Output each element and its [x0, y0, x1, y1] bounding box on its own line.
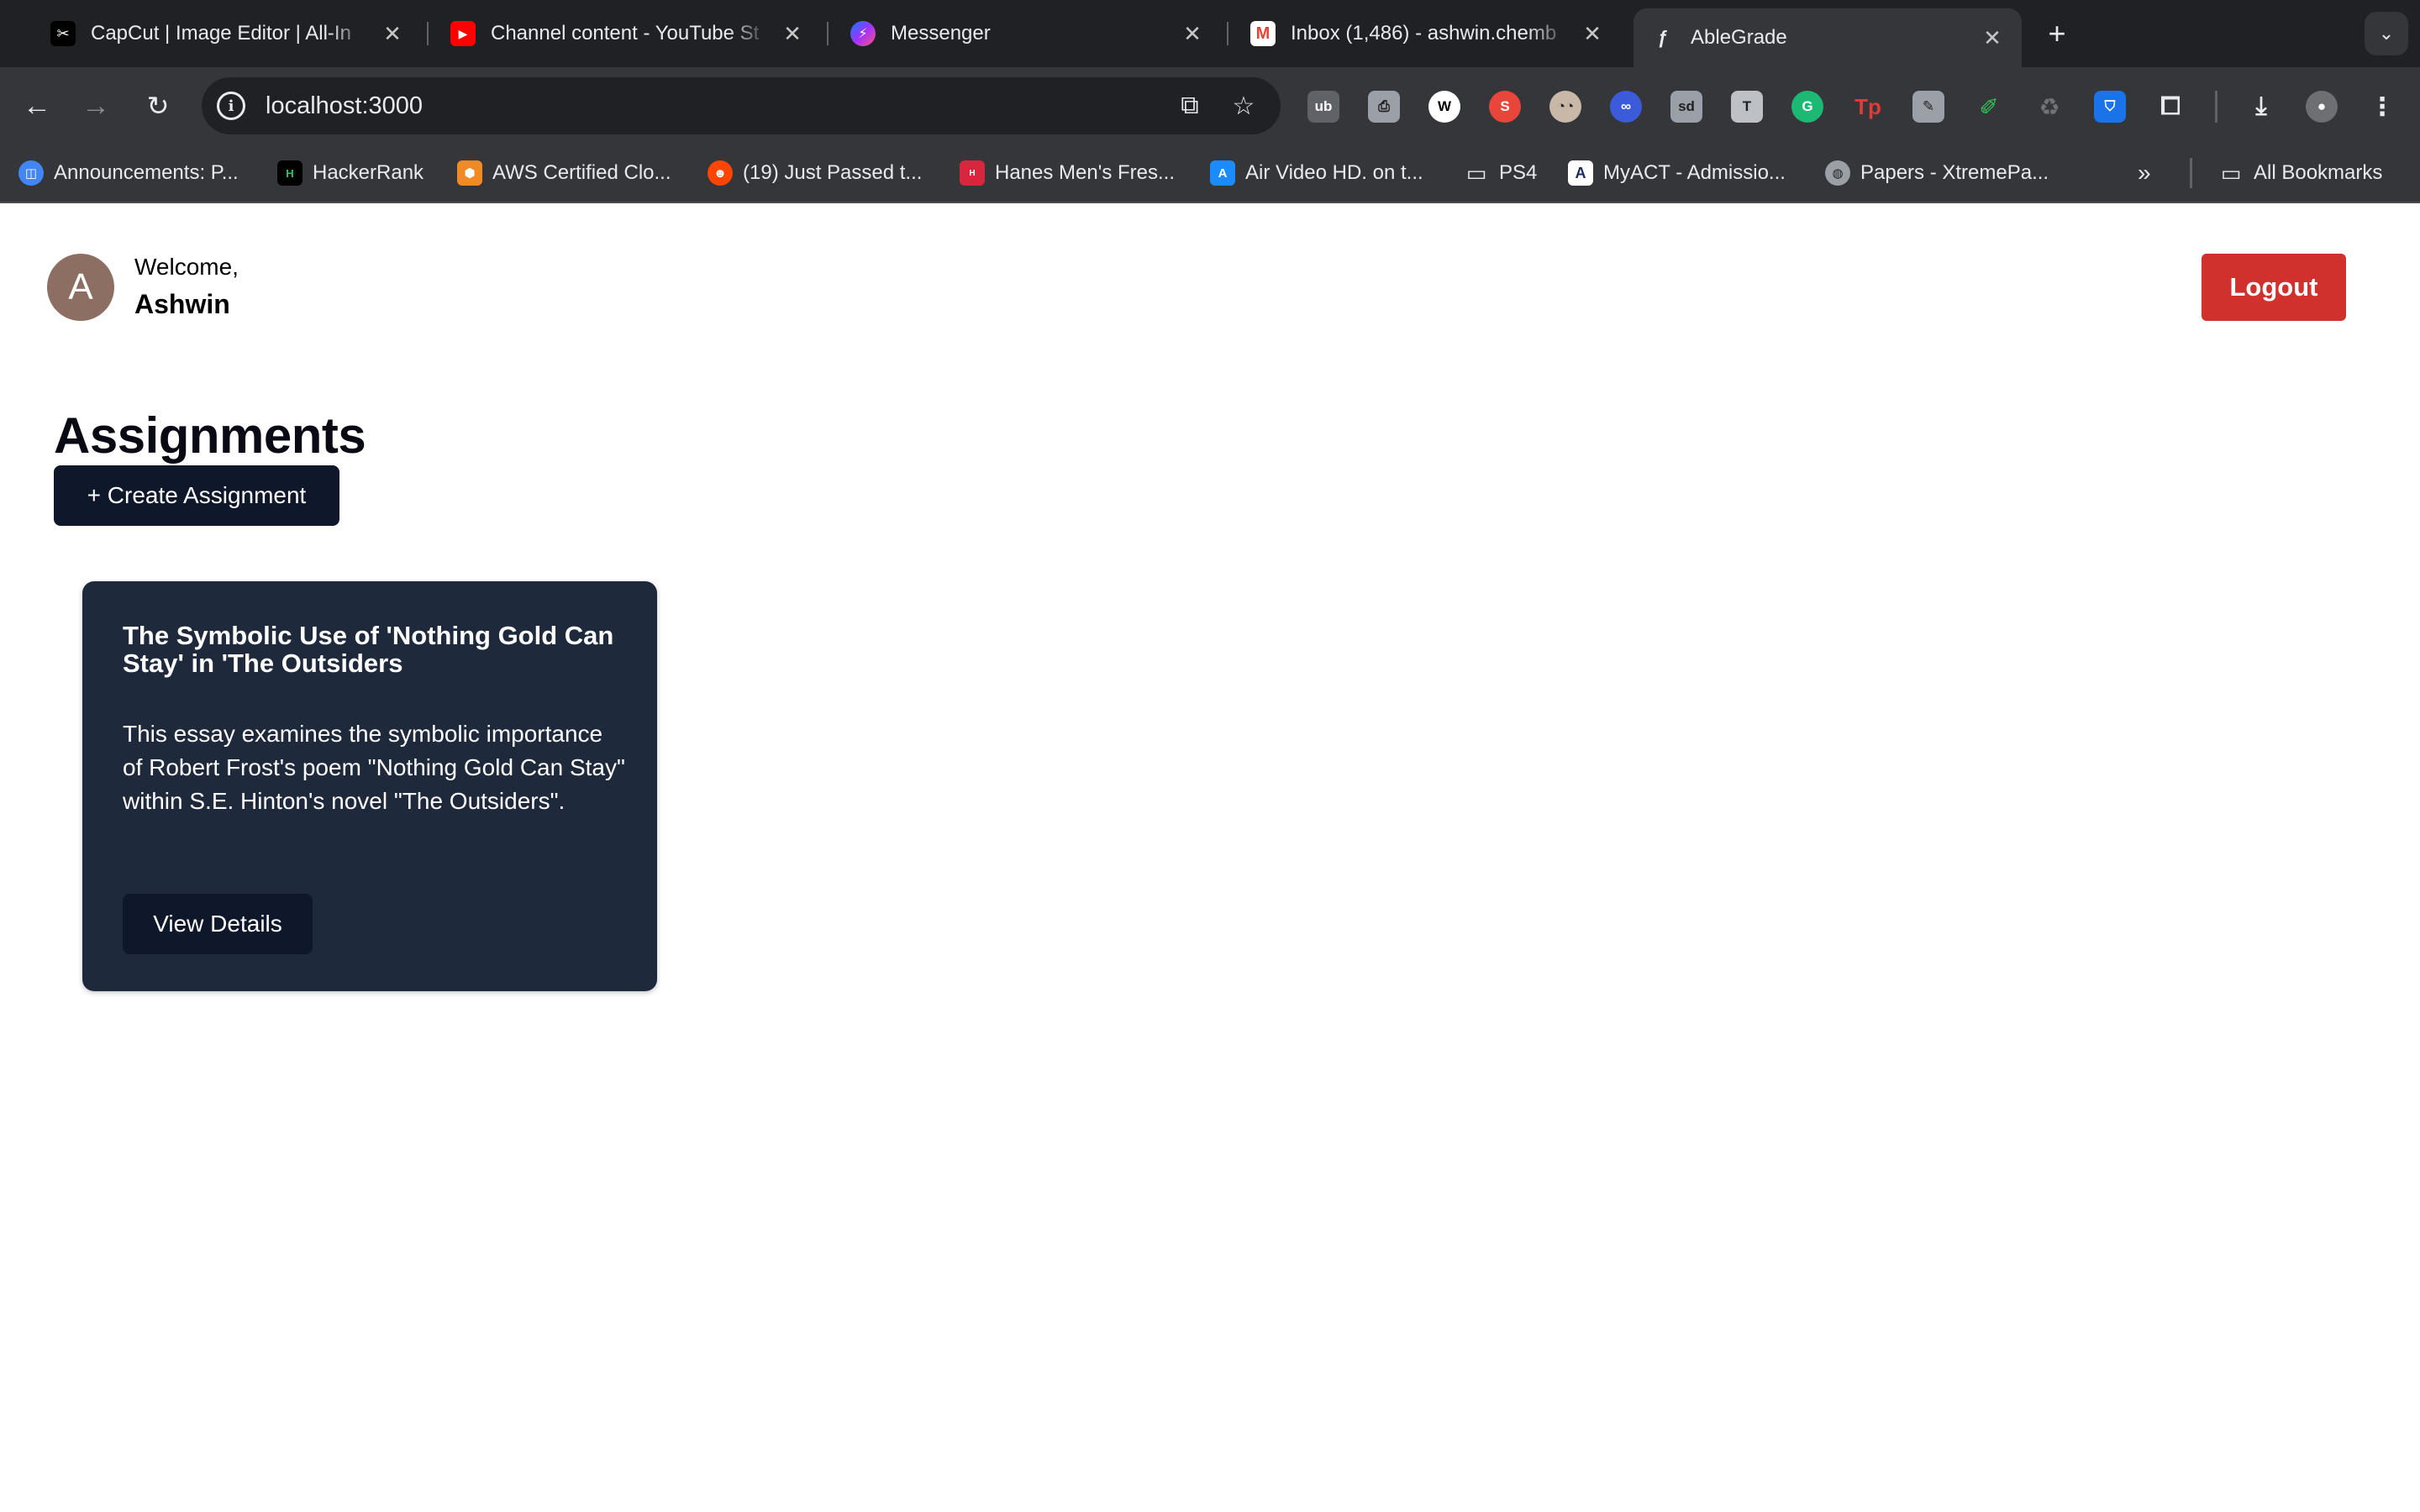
address-bar[interactable]: i localhost:3000 ⧉ ☆ — [202, 77, 1281, 134]
messenger-icon: ⚡ — [850, 21, 876, 46]
hackerrank-icon: H — [277, 160, 302, 186]
assignment-description: This essay examines the symbolic importa… — [123, 721, 625, 814]
app-store-icon: A — [1210, 160, 1235, 186]
toolbar-divider — [2215, 91, 2217, 123]
back-button[interactable]: ← — [17, 86, 57, 126]
bookmark-label: Air Video HD. on t... — [1245, 161, 1423, 184]
aws-icon: ⬢ — [457, 160, 482, 186]
close-icon[interactable]: ✕ — [380, 21, 405, 46]
create-assignment-button[interactable]: + Create Assignment — [54, 465, 339, 526]
tab-ablegrade[interactable]: ƒ AbleGrade ✕ — [1634, 8, 2022, 67]
bookmark-label: MyACT - Admissio... — [1603, 161, 1786, 184]
recycle-extension-icon[interactable]: ♻ — [2033, 91, 2065, 123]
bookmark-star-icon[interactable]: ☆ — [1227, 89, 1260, 123]
more-bookmarks-chevron-icon[interactable]: » — [2138, 156, 2151, 190]
reload-button[interactable]: ↻ — [138, 86, 178, 126]
ablegrade-icon: ƒ — [1657, 27, 1669, 48]
tab-capcut[interactable]: ✂ CapCut | Image Editor | All-In ✕ — [34, 8, 422, 59]
menu-kebab-icon[interactable]: ⋮ — [2366, 91, 2398, 123]
tab-title: Inbox (1,486) - ashwin.chemb — [1291, 22, 1557, 45]
tab-title: Messenger — [891, 22, 991, 45]
tab-divider — [827, 22, 829, 45]
tab-strip: ✂ CapCut | Image Editor | All-In ✕ ▶ Cha… — [0, 0, 2420, 67]
bookmark-label: Papers - XtremePa... — [1860, 161, 2049, 184]
bookmark-item[interactable]: ⬢ AWS Certified Clo... — [457, 156, 671, 190]
site-info-icon[interactable]: i — [217, 92, 245, 120]
tp-extension-icon[interactable]: Tp — [1852, 91, 1884, 123]
bookmark-item[interactable]: A MyACT - Admissio... — [1568, 156, 1786, 190]
hanes-icon: H — [960, 160, 985, 186]
text-extension-icon[interactable]: T — [1731, 91, 1763, 123]
tab-gmail[interactable]: M Inbox (1,486) - ashwin.chemb ✕ — [1234, 8, 1622, 59]
bookmark-item[interactable]: H Hanes Men's Fres... — [960, 156, 1175, 190]
gmail-icon: M — [1250, 21, 1276, 46]
bookmark-item[interactable]: ◫ Announcements: P... — [18, 156, 239, 190]
w-extension-icon[interactable]: W — [1428, 91, 1460, 123]
globe-icon: ◍ — [1825, 160, 1850, 186]
reddit-icon: ☻ — [708, 160, 733, 186]
download-icon[interactable]: ⤓ — [2245, 91, 2277, 123]
bookmark-label: Hanes Men's Fres... — [995, 161, 1175, 184]
bookmark-label: AWS Certified Clo... — [492, 161, 671, 184]
tab-search-button[interactable]: ⌄ — [2365, 12, 2408, 55]
infinity-extension-icon[interactable]: ∞ — [1610, 91, 1642, 123]
url-text[interactable]: localhost:3000 — [266, 92, 1173, 120]
bookmark-label: HackerRank — [313, 161, 424, 184]
open-in-app-icon[interactable]: ⧉ — [1173, 89, 1207, 123]
close-icon[interactable]: ✕ — [1580, 21, 1605, 46]
view-details-button[interactable]: View Details — [123, 894, 313, 954]
tab-divider — [427, 22, 429, 45]
all-bookmarks-label: All Bookmarks — [2254, 161, 2383, 184]
bookmark-item[interactable]: A Air Video HD. on t... — [1210, 156, 1423, 190]
printer-extension-icon[interactable]: ⎙ — [1368, 91, 1400, 123]
bookmarks-divider — [2190, 158, 2192, 188]
youtube-icon: ▶ — [450, 21, 476, 46]
announcements-icon: ◫ — [18, 160, 44, 186]
welcome-text: Welcome, — [134, 254, 239, 280]
act-icon: A — [1568, 160, 1593, 186]
bookmark-label: (19) Just Passed t... — [743, 161, 923, 184]
close-icon[interactable]: ✕ — [1180, 21, 1205, 46]
avatar: A — [47, 254, 114, 321]
assignment-title: The Symbolic Use of 'Nothing Gold Can St… — [123, 621, 614, 678]
tab-messenger[interactable]: ⚡ Messenger ✕ — [834, 8, 1222, 59]
notes-extension-icon[interactable]: ✎ — [1912, 91, 1944, 123]
bookmark-item[interactable]: H HackerRank — [277, 156, 424, 190]
forward-button[interactable]: → — [76, 86, 116, 126]
new-tab-button[interactable]: + — [2040, 16, 2074, 50]
user-name: Ashwin — [134, 289, 230, 319]
page-title: Assignments — [54, 407, 366, 464]
extensions-puzzle-icon[interactable]: ⧠ — [2154, 91, 2186, 123]
bookmarks-bar: ◫ Announcements: P... H HackerRank ⬢ AWS… — [0, 144, 2420, 203]
sd-extension-icon[interactable]: sd — [1670, 91, 1702, 123]
tab-title: AbleGrade — [1691, 26, 1787, 49]
tab-title: CapCut | Image Editor | All-In — [91, 22, 351, 45]
tab-title: Channel content - YouTube St — [491, 22, 760, 45]
bookmark-label: Announcements: P... — [54, 161, 239, 184]
grammarly-icon[interactable]: G — [1791, 91, 1823, 123]
all-bookmarks[interactable]: ▭ All Bookmarks — [2218, 156, 2383, 190]
capcut-icon: ✂ — [50, 21, 76, 46]
ublock-icon[interactable]: ub — [1307, 91, 1339, 123]
highlighter-icon[interactable]: ✐ — [1973, 91, 2005, 123]
close-icon[interactable]: ✕ — [1980, 25, 2005, 50]
bookmark-item[interactable]: ▭ PS4 — [1464, 156, 1538, 190]
shield-extension-icon[interactable]: ⛉ — [2094, 91, 2126, 123]
bookmark-item[interactable]: ☻ (19) Just Passed t... — [708, 156, 922, 190]
tab-divider — [1227, 22, 1228, 45]
assignment-card: The Symbolic Use of 'Nothing Gold Can St… — [82, 581, 657, 991]
bookmark-label: PS4 — [1499, 161, 1538, 184]
glasses-extension-icon[interactable]: ◔◔ — [1549, 91, 1581, 123]
tab-youtube[interactable]: ▶ Channel content - YouTube St ✕ — [434, 8, 822, 59]
close-icon[interactable]: ✕ — [780, 21, 805, 46]
s-extension-icon[interactable]: S — [1489, 91, 1521, 123]
bookmark-item[interactable]: ◍ Papers - XtremePa... — [1825, 156, 2049, 190]
folder-icon: ▭ — [1465, 160, 1487, 186]
folder-icon: ▭ — [2220, 160, 2242, 186]
logout-button[interactable]: Logout — [2202, 254, 2346, 321]
profile-avatar-icon[interactable]: ● — [2306, 91, 2338, 123]
page-content: A Welcome, Ashwin Logout Assignments + C… — [0, 205, 2420, 1512]
